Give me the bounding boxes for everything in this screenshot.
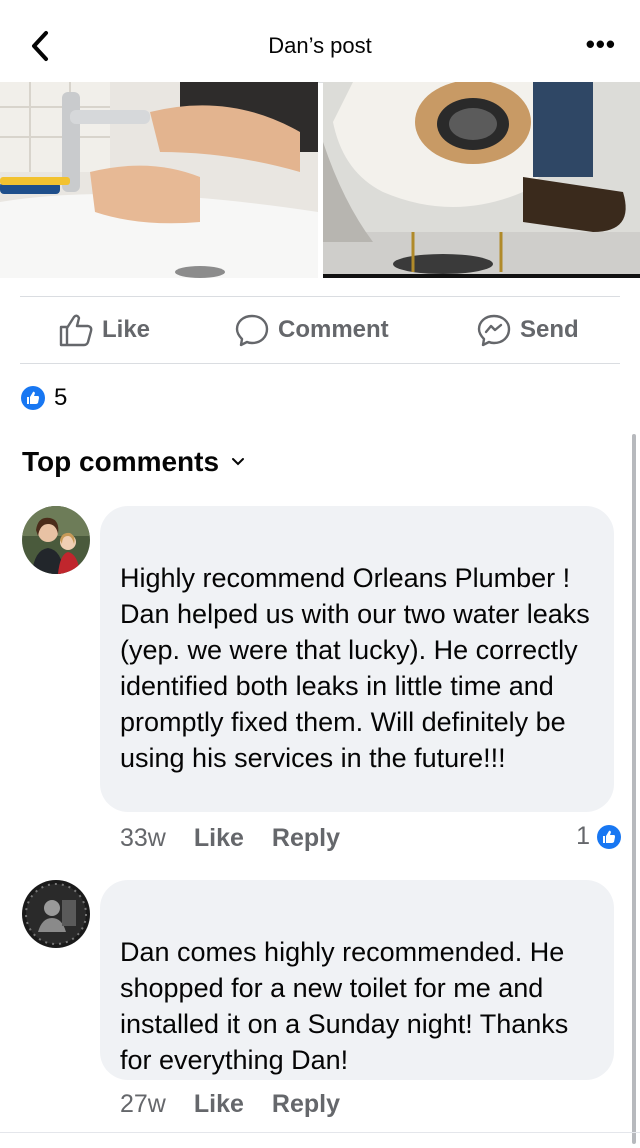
comment-button[interactable]: Comment <box>234 313 389 347</box>
comment-label: Comment <box>278 316 389 343</box>
send-label: Send <box>520 316 579 343</box>
like-reaction-icon <box>597 824 621 849</box>
comment-text: Highly recommend Orleans Plumber ! Dan h… <box>120 563 590 773</box>
more-options-icon[interactable]: ••• <box>586 31 616 57</box>
reaction-count: 5 <box>54 384 68 411</box>
scrollbar[interactable] <box>632 434 636 1144</box>
chevron-down-icon <box>232 458 245 466</box>
comment-bubble-icon <box>235 314 269 347</box>
comment-text: Dan comes highly recommended. He shopped… <box>120 937 569 1075</box>
comments-sort-dropdown[interactable]: Top comments <box>22 446 245 478</box>
comment-author[interactable] <box>120 532 596 552</box>
like-reaction-icon <box>21 386 45 410</box>
header-bar: Dan’s post ••• <box>0 0 640 83</box>
comment-reaction-number: 1 <box>576 822 590 850</box>
photo-toilet-install[interactable] <box>323 82 640 278</box>
comment-meta: 33w Like Reply <box>120 824 368 853</box>
reaction-summary[interactable]: 5 <box>20 384 67 412</box>
comment-author[interactable] <box>120 906 596 926</box>
comment-bubble[interactable]: Dan comes highly recommended. He shopped… <box>100 880 614 1080</box>
comment-time[interactable]: 27w <box>120 1090 166 1119</box>
comment-like-button[interactable]: Like <box>194 824 244 853</box>
like-label: Like <box>102 316 151 343</box>
page-title: Dan’s post <box>268 33 372 58</box>
post-actions-bar: Like Comment Send <box>20 296 620 364</box>
comment-reply-button[interactable]: Reply <box>272 824 340 853</box>
comments-header: Top comments <box>22 446 220 477</box>
send-button[interactable]: Send <box>476 313 579 347</box>
comment-meta: 27w Like Reply <box>120 1090 368 1119</box>
post-photos <box>0 82 640 278</box>
avatar[interactable] <box>22 506 90 574</box>
messenger-icon <box>477 314 511 347</box>
comment-time[interactable]: 33w <box>120 824 166 853</box>
like-button[interactable]: Like <box>58 313 150 347</box>
comment-like-button[interactable]: Like <box>194 1090 244 1119</box>
photo-sink-repair[interactable] <box>0 82 318 278</box>
divider <box>0 1132 640 1133</box>
comment-reaction-count[interactable]: 1 <box>576 822 622 851</box>
avatar[interactable] <box>22 880 90 948</box>
comment-reply-button[interactable]: Reply <box>272 1090 340 1119</box>
comment-bubble[interactable]: Highly recommend Orleans Plumber ! Dan h… <box>100 506 614 812</box>
thumbs-up-icon <box>59 314 93 347</box>
